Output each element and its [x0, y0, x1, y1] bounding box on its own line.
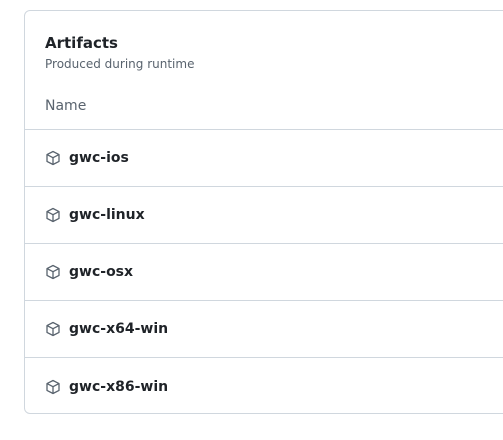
package-icon	[45, 321, 61, 337]
artifacts-title: Artifacts	[45, 34, 118, 52]
artifact-link-gwc-linux[interactable]: gwc-linux	[69, 207, 145, 223]
artifact-row: gwc-osx	[25, 244, 503, 301]
package-icon	[45, 264, 61, 280]
artifact-link-gwc-x86-win[interactable]: gwc-x86-win	[69, 379, 168, 395]
artifact-link-gwc-x64-win[interactable]: gwc-x64-win	[69, 321, 168, 337]
artifacts-subtitle: Produced during runtime	[45, 57, 195, 71]
artifact-row: gwc-x86-win	[25, 358, 503, 413]
artifacts-panel: Artifacts Produced during runtime Name g…	[24, 10, 503, 414]
artifact-link-gwc-ios[interactable]: gwc-ios	[69, 150, 129, 166]
artifact-row: gwc-linux	[25, 187, 503, 244]
package-icon	[45, 207, 61, 223]
artifact-link-gwc-osx[interactable]: gwc-osx	[69, 264, 133, 280]
package-icon	[45, 379, 61, 395]
artifact-row: gwc-x64-win	[25, 301, 503, 358]
name-column-header: Name	[25, 88, 503, 130]
artifact-row: gwc-ios	[25, 130, 503, 187]
package-icon	[45, 150, 61, 166]
artifacts-header: Artifacts Produced during runtime	[25, 11, 503, 88]
